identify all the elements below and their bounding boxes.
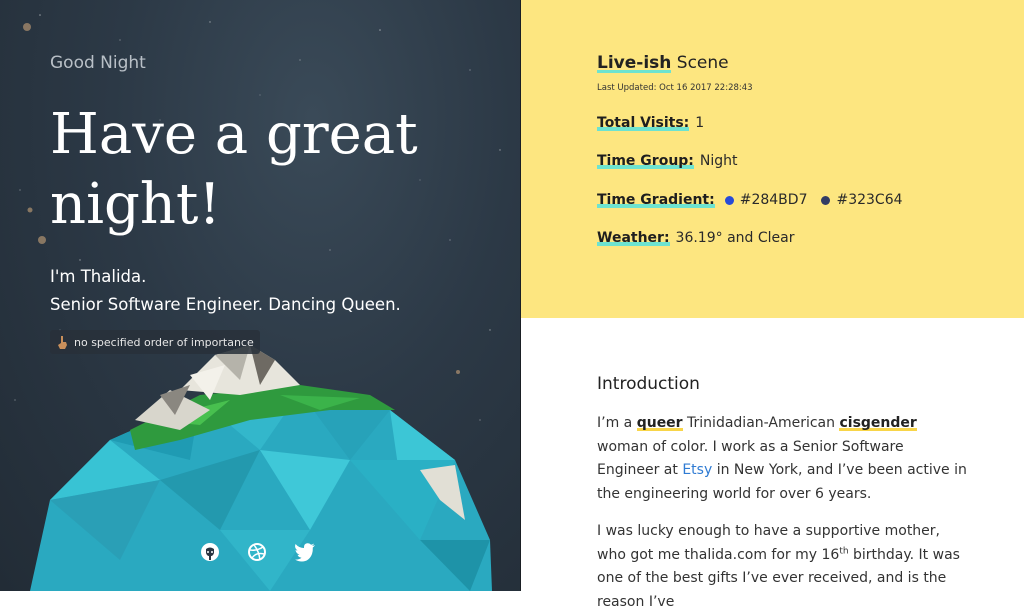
total-visits-label: Total Visits: [597,115,690,131]
last-updated: Last Updated: Oct 16 2017 22:28:43 [597,83,753,93]
twitter-icon[interactable] [294,542,315,562]
headline: Have a great night! [50,102,418,237]
github-icon[interactable] [200,542,220,562]
pointing-finger-icon [58,335,67,349]
hero-panel: Good Night Have a great night! I'm Thali… [0,0,521,591]
gradient-color-1: #284BD7 [739,192,808,208]
intro-title: Senior Software Engineer. Dancing Queen. [50,295,401,314]
greeting: Good Night [50,53,146,73]
highlight-queer: queer [636,415,683,431]
color-swatch-1 [724,195,734,205]
time-group-label: Time Group: [597,153,694,169]
color-swatch-2 [821,195,831,205]
p2-superscript: th [839,545,849,556]
live-scene-panel: Live-ish Scene Last Updated: Oct 16 2017… [521,0,1024,318]
p1-text-b: Trinidadian-American [682,415,840,431]
introduction-section: Introduction I’m a queer Trinidadian-Ame… [521,318,1024,610]
scene-title-rest: Scene [671,53,729,73]
gradient-color-2: #323C64 [836,192,903,208]
section-heading: Introduction [597,374,700,394]
order-note: no specified order of importance [50,330,260,354]
time-group-row: Time Group: Night [597,153,738,169]
order-note-text: no specified order of importance [74,335,254,349]
social-links [200,542,315,562]
intro-name: I'm Thalida. [50,267,147,286]
weather-label: Weather: [597,230,670,246]
time-group-value: Night [699,153,738,169]
total-visits-value: 1 [695,115,705,131]
etsy-link[interactable]: Etsy [682,462,712,478]
weather-value: 36.19° and Clear [675,230,795,246]
highlight-cisgender: cisgender [839,415,917,431]
dribbble-icon[interactable] [247,542,267,562]
p1-text-a: I’m a [597,415,637,431]
time-gradient-label: Time Gradient: [597,192,715,208]
time-gradient-row: Time Gradient: #284BD7 #323C64 [597,192,903,208]
total-visits-row: Total Visits: 1 [597,115,704,131]
weather-row: Weather: 36.19° and Clear [597,230,794,246]
scene-title-bold: Live-ish [597,53,672,73]
intro-paragraph-1: I’m a queer Trinidadian-American cisgend… [597,412,967,506]
scene-title: Live-ish Scene [597,53,729,73]
intro-paragraph-2: I was lucky enough to have a supportive … [597,520,967,614]
